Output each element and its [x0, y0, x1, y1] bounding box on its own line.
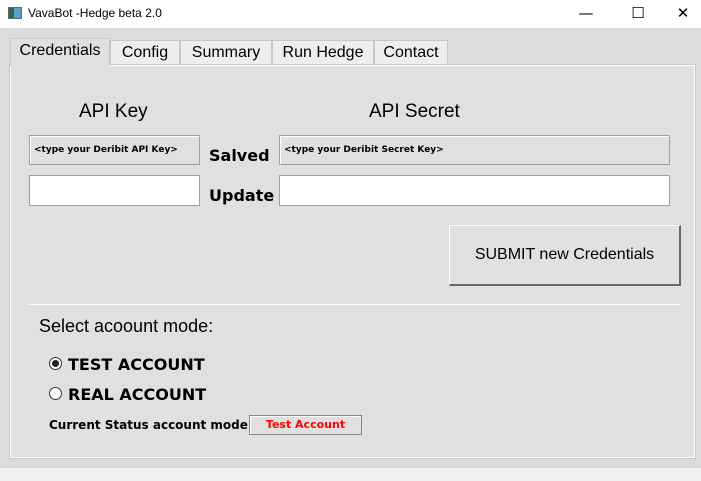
account-mode-heading: Select acoount mode:: [39, 316, 214, 336]
close-icon[interactable]: ✕: [660, 0, 701, 28]
tab-credentials[interactable]: Credentials: [10, 38, 110, 66]
saved-api-secret-field: <type your Deribit Secret Key>: [279, 135, 670, 165]
status-label: Current Status account mode: [49, 418, 248, 432]
submit-credentials-button[interactable]: SUBMIT new Credentials: [449, 225, 681, 286]
window-title: VavaBot -Hedge beta 2.0: [28, 6, 162, 20]
title-bar: VavaBot -Hedge beta 2.0 — ☐ ✕: [0, 0, 701, 28]
api-secret-label: API Secret: [369, 101, 460, 122]
tab-config[interactable]: Config: [110, 40, 180, 65]
status-badge: Test Account: [249, 415, 362, 435]
app-icon: [8, 7, 22, 19]
saved-api-key-field: <type your Deribit API Key>: [29, 135, 200, 165]
saved-label: Salved: [209, 146, 270, 165]
api-key-input[interactable]: [29, 175, 200, 206]
divider: [29, 304, 680, 305]
api-key-label: API Key: [79, 101, 148, 122]
tab-contact[interactable]: Contact: [374, 40, 448, 65]
radio-unselected-icon[interactable]: [49, 387, 62, 400]
radio-test-account-label: TEST ACCOUNT: [68, 355, 205, 374]
radio-test-account[interactable]: TEST ACCOUNT: [49, 355, 209, 374]
radio-real-account-label: REAL ACCOUNT: [68, 385, 207, 404]
tab-summary[interactable]: Summary: [180, 40, 272, 65]
tab-run-hedge[interactable]: Run Hedge: [272, 40, 374, 65]
maximize-icon[interactable]: ☐: [615, 0, 661, 28]
update-label: Update: [209, 186, 275, 205]
minimize-icon[interactable]: —: [563, 0, 609, 28]
radio-real-account[interactable]: REAL ACCOUNT: [49, 385, 209, 404]
api-secret-input[interactable]: [279, 175, 670, 206]
radio-selected-icon[interactable]: [49, 357, 62, 370]
